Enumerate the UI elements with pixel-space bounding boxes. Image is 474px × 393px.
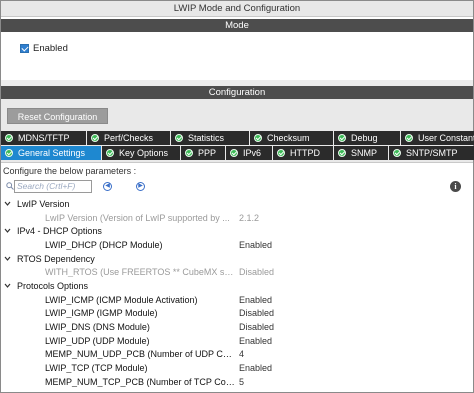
collapse-icon[interactable] <box>4 200 11 207</box>
parameter-value[interactable]: Enabled <box>239 363 272 373</box>
check-circle-icon <box>106 149 114 157</box>
tab-label: IPv6 <box>243 148 262 158</box>
enabled-checkbox[interactable] <box>20 43 29 53</box>
tab-ppp[interactable]: PPP <box>181 146 225 160</box>
tab-label: User Constants <box>418 133 474 143</box>
collapse-icon[interactable] <box>4 282 11 289</box>
tab-label: Key Options <box>119 148 169 158</box>
check-circle-icon <box>393 149 401 157</box>
parameter-row[interactable]: LWIP_DHCP (DHCP Module) Enabled <box>0 238 472 252</box>
enabled-label: Enabled <box>33 42 68 54</box>
parameter-name: LWIP_ICMP (ICMP Module Activation) <box>45 294 198 305</box>
mode-panel <box>1 32 473 80</box>
check-circle-icon <box>277 149 285 157</box>
parameter-row[interactable]: LwIP Version (Version of LwIP supported … <box>0 211 472 225</box>
tab-label: SNTP/SMTP <box>406 148 458 158</box>
configure-label: Configure the below parameters : <box>3 166 137 176</box>
check-circle-icon <box>405 134 413 142</box>
tab-checksum[interactable]: Checksum <box>250 131 333 145</box>
mode-header: Mode <box>1 19 473 32</box>
tab-label: MDNS/TFTP <box>18 133 70 143</box>
parameter-value: Disabled <box>239 267 275 278</box>
parameter-name: LWIP_IGMP (IGMP Module) <box>45 308 158 319</box>
group-row[interactable]: RTOS Dependency <box>0 252 472 266</box>
parameter-name: LWIP_TCP (TCP Module) <box>45 363 148 374</box>
check-circle-icon <box>5 134 13 142</box>
parameter-value[interactable]: Enabled <box>239 240 272 250</box>
parameter-name: MEMP_NUM_TCP_PCB (Number of TCP Con... <box>45 376 235 387</box>
group-row[interactable]: LwIP Version <box>0 197 472 211</box>
tab-ipv6[interactable]: IPv6 <box>226 146 272 160</box>
search-icon <box>6 182 14 190</box>
tab-sntp-smtp[interactable]: SNTP/SMTP <box>389 146 474 160</box>
tab-label: Checksum <box>267 133 310 143</box>
parameter-name: LWIP_UDP (UDP Module) <box>45 335 150 346</box>
parameter-name: LWIP_DHCP (DHCP Module) <box>45 239 163 250</box>
tab-label: General Settings <box>18 148 86 158</box>
tab-httpd[interactable]: HTTPD <box>273 146 333 160</box>
parameter-row[interactable]: MEMP_NUM_TCP_PCB (Number of TCP Con... 5 <box>0 375 472 389</box>
window-title: LWIP Mode and Configuration <box>1 1 473 17</box>
configuration-header: Configuration <box>1 86 473 99</box>
group-label: IPv4 - DHCP Options <box>17 226 102 237</box>
tab-statistics[interactable]: Statistics <box>171 131 249 145</box>
check-circle-icon <box>338 134 346 142</box>
check-circle-icon <box>230 149 238 157</box>
parameter-row[interactable]: LWIP_IGMP (IGMP Module) Disabled <box>0 307 472 321</box>
collapse-icon[interactable] <box>4 227 11 234</box>
tab-label: Statistics <box>188 133 225 143</box>
parameter-value[interactable]: 4 <box>239 349 244 359</box>
tab-user-constants[interactable]: User Constants <box>401 131 474 145</box>
tab-row-bottom: General Settings Key Options PPP IPv6 HTTPD S… <box>1 146 474 160</box>
check-circle-icon <box>185 149 193 157</box>
parameter-name: LWIP_DNS (DNS Module) <box>45 322 150 333</box>
tab-mdns-tftp[interactable]: MDNS/TFTP <box>1 131 86 145</box>
collapse-icon[interactable] <box>4 255 11 262</box>
check-circle-icon <box>254 134 262 142</box>
search-previous-icon[interactable]: ◀ <box>103 182 112 191</box>
parameter-tree: LwIP Version LwIP Version (Version of LwI… <box>0 197 472 389</box>
group-label: LwIP Version <box>17 198 70 209</box>
parameter-value[interactable]: Enabled <box>239 336 272 346</box>
tab-row-top: MDNS/TFTP Perf/Checks Statistics Checksum De… <box>1 131 474 145</box>
parameter-row[interactable]: LWIP_UDP (UDP Module) Enabled <box>0 334 472 348</box>
parameter-value: 2.1.2 <box>239 212 260 223</box>
parameter-row[interactable]: LWIP_TCP (TCP Module) Enabled <box>0 361 472 375</box>
reset-configuration-button[interactable]: Reset Configuration <box>7 108 108 124</box>
check-circle-icon <box>175 134 183 142</box>
tab-label: Debug <box>351 133 378 143</box>
tab-general-settings[interactable]: General Settings <box>1 146 101 160</box>
parameter-name: MEMP_NUM_UDP_PCB (Number of UDP Co... <box>45 349 235 360</box>
check-circle-icon <box>91 134 99 142</box>
check-circle-icon <box>338 149 346 157</box>
search-input[interactable]: Search (Crtl+F) <box>14 180 92 193</box>
parameter-name: WITH_RTOS (Use FREERTOS ** CubeMX sp... <box>45 267 235 278</box>
tab-perf-checks[interactable]: Perf/Checks <box>87 131 170 145</box>
search-next-icon[interactable]: ▶ <box>136 182 145 191</box>
parameter-row[interactable]: LWIP_DNS (DNS Module) Disabled <box>0 320 472 334</box>
tab-snmp[interactable]: SNMP <box>334 146 388 160</box>
tab-label: Perf/Checks <box>104 133 154 143</box>
tab-key-options[interactable]: Key Options <box>102 146 180 160</box>
group-label: Protocols Options <box>17 280 89 291</box>
parameter-row[interactable]: MEMP_NUM_UDP_PCB (Number of UDP Co... 4 <box>0 348 472 362</box>
parameter-value[interactable]: Disabled <box>239 322 274 332</box>
tab-label: HTTPD <box>290 148 320 158</box>
check-circle-icon <box>5 149 13 157</box>
tab-debug[interactable]: Debug <box>334 131 400 145</box>
enabled-checkbox-row[interactable]: Enabled <box>20 42 68 54</box>
tab-label: SNMP <box>351 148 378 158</box>
tab-label: PPP <box>198 148 217 158</box>
parameter-value[interactable]: Enabled <box>239 295 272 305</box>
group-row[interactable]: IPv4 - DHCP Options <box>0 224 472 238</box>
parameter-value[interactable]: Disabled <box>239 308 274 318</box>
parameter-row[interactable]: WITH_RTOS (Use FREERTOS ** CubeMX sp... D… <box>0 265 472 279</box>
info-icon[interactable]: i <box>450 181 461 192</box>
parameter-name: LwIP Version (Version of LwIP supported … <box>45 212 230 223</box>
group-label: RTOS Dependency <box>17 253 95 264</box>
parameter-row[interactable]: LWIP_ICMP (ICMP Module Activation) Enable… <box>0 293 472 307</box>
group-row[interactable]: Protocols Options <box>0 279 472 293</box>
parameter-value[interactable]: 5 <box>239 377 244 387</box>
